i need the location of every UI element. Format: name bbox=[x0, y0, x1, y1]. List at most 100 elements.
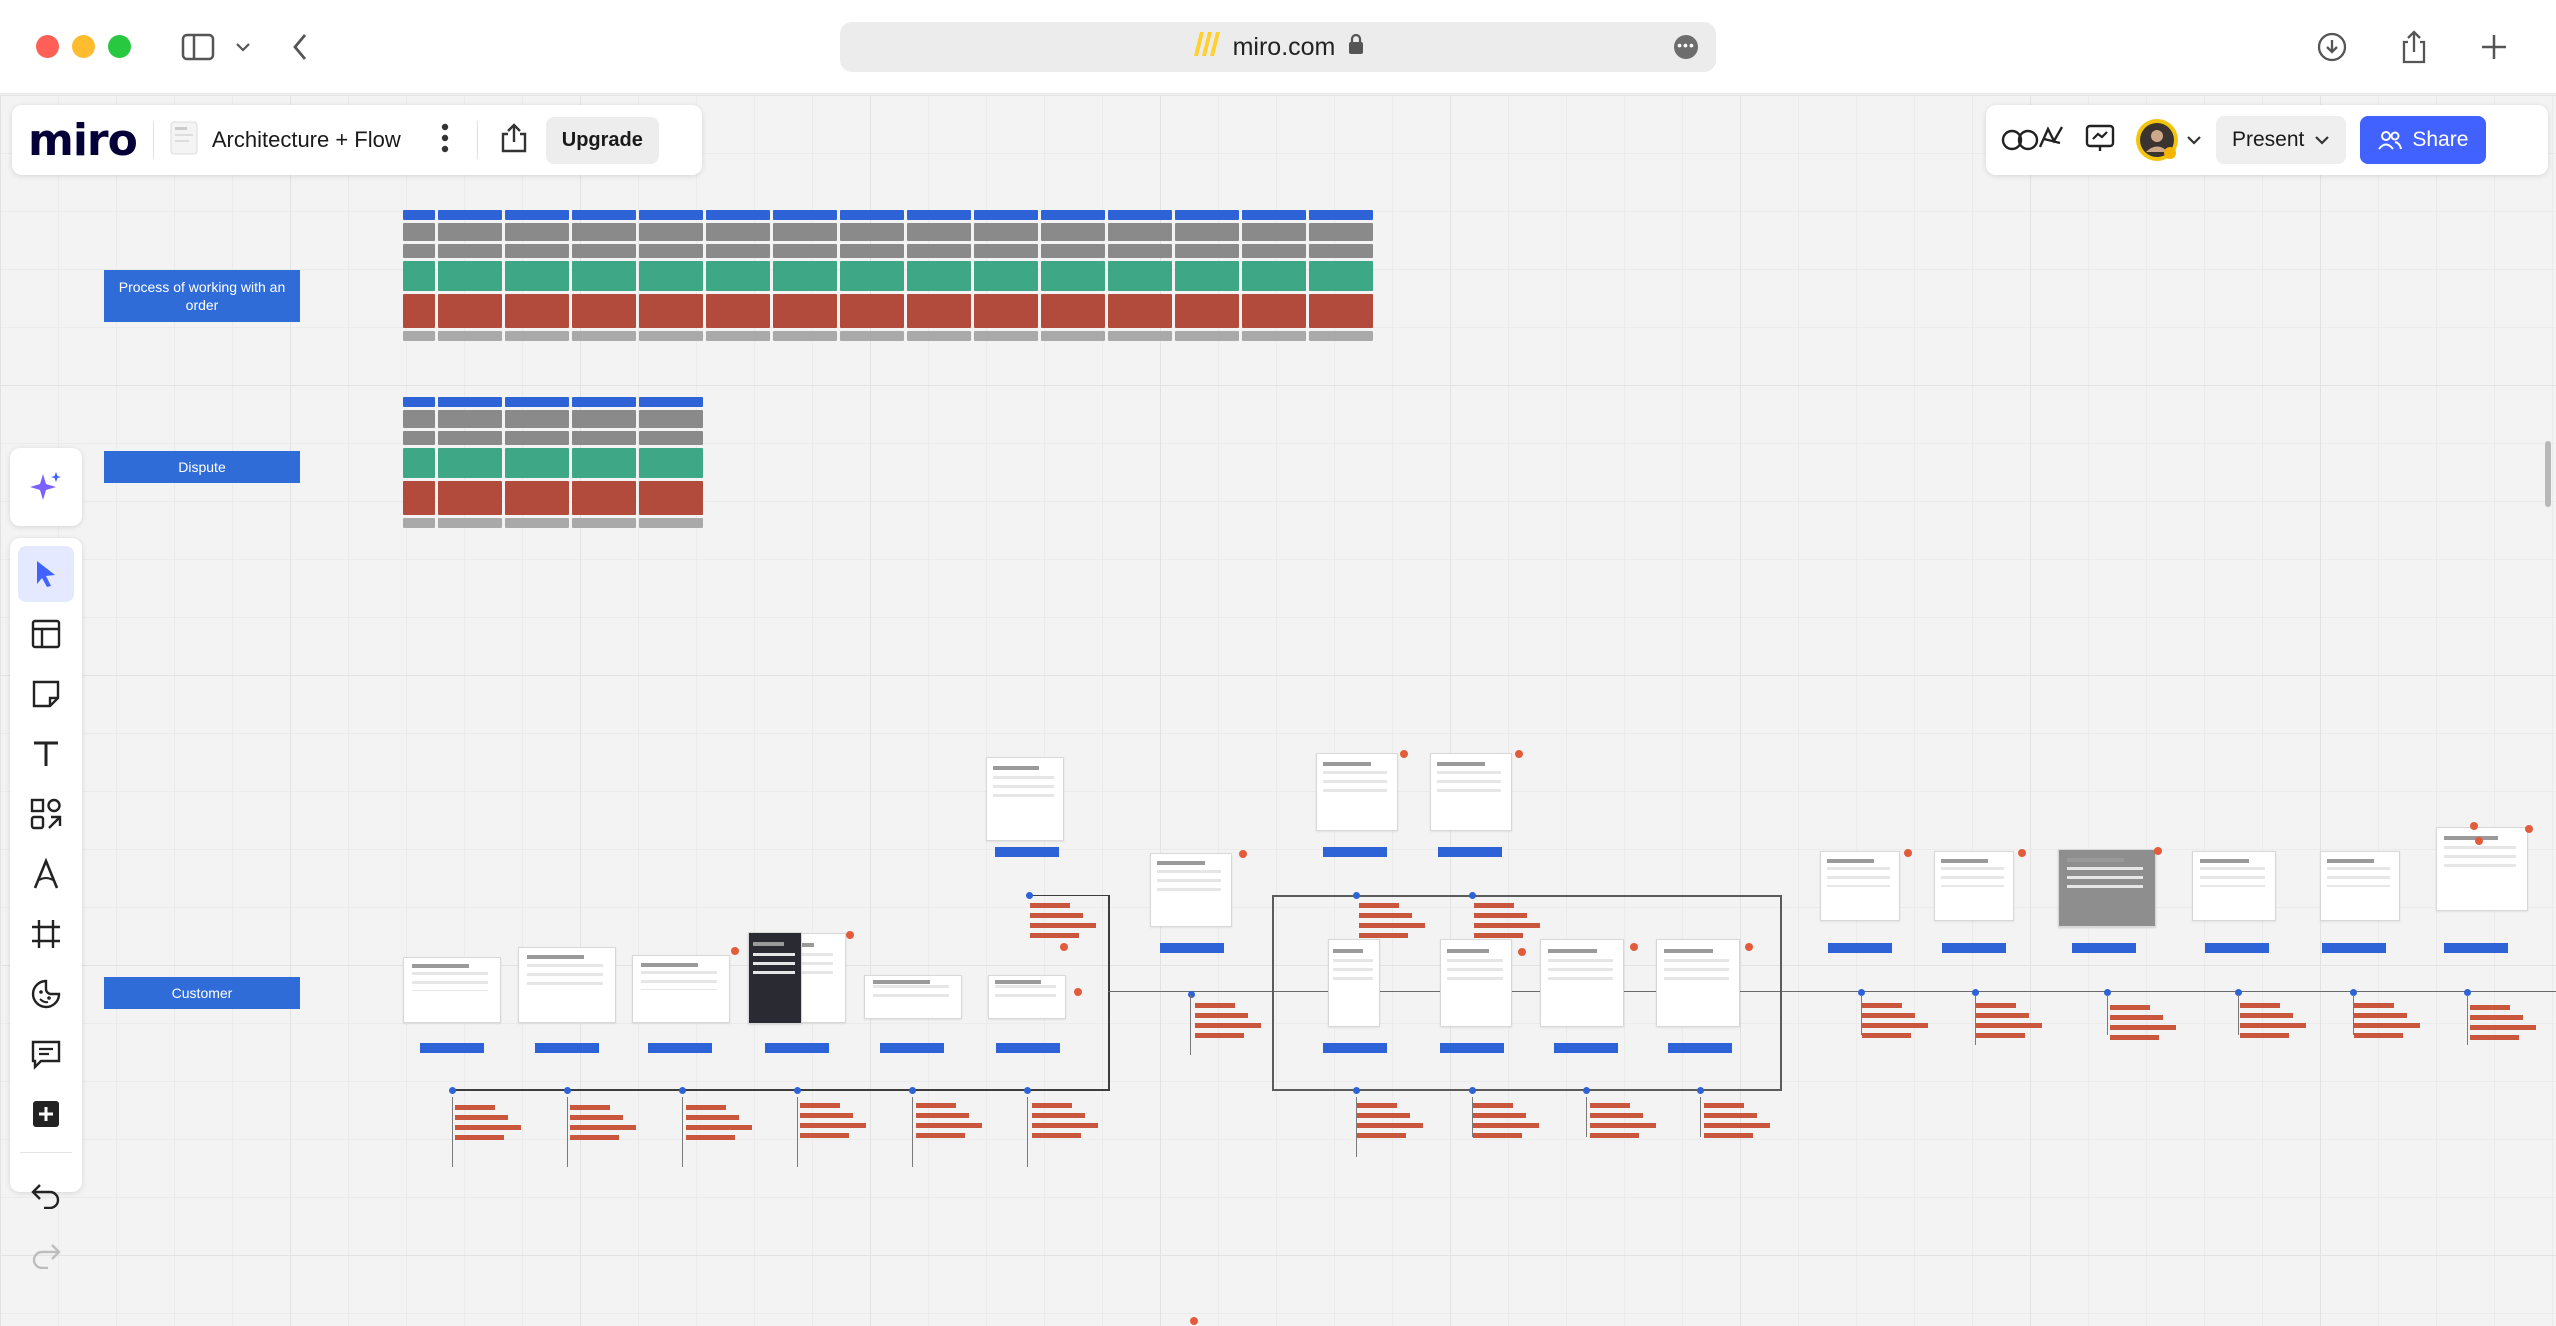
table-cell[interactable] bbox=[1309, 261, 1373, 291]
table-cell[interactable] bbox=[639, 244, 703, 258]
table-cell[interactable] bbox=[773, 261, 837, 291]
upgrade-button[interactable]: Upgrade bbox=[545, 116, 659, 164]
table-cell[interactable] bbox=[438, 223, 502, 241]
table-cell[interactable] bbox=[974, 244, 1038, 258]
table-cell[interactable] bbox=[505, 410, 569, 428]
board-canvas[interactable]: Process of working with an order Dispute… bbox=[0, 95, 2556, 1326]
table-cell[interactable] bbox=[438, 431, 502, 445]
table-cell[interactable] bbox=[1242, 244, 1306, 258]
table-cell[interactable] bbox=[1175, 261, 1239, 291]
table-cell[interactable] bbox=[639, 397, 703, 407]
table-cell[interactable] bbox=[840, 210, 904, 220]
table-cell[interactable] bbox=[706, 210, 770, 220]
section-label-customer[interactable]: Customer bbox=[104, 977, 300, 1009]
table-cell[interactable] bbox=[505, 210, 569, 220]
screen-mockup[interactable] bbox=[1430, 753, 1512, 831]
table-cell[interactable] bbox=[572, 294, 636, 328]
new-tab-icon[interactable] bbox=[2474, 22, 2514, 72]
undo-icon[interactable] bbox=[18, 1167, 74, 1223]
table-cell[interactable] bbox=[403, 331, 435, 341]
table-cell[interactable] bbox=[1108, 223, 1172, 241]
presentation-mode-icon[interactable] bbox=[2084, 122, 2116, 159]
table-cell[interactable] bbox=[572, 410, 636, 428]
minimize-window-button[interactable] bbox=[72, 35, 95, 58]
table-cell[interactable] bbox=[907, 261, 971, 291]
table-cell[interactable] bbox=[1108, 244, 1172, 258]
screen-mockup[interactable] bbox=[1540, 939, 1624, 1027]
screen-mockup[interactable] bbox=[1820, 851, 1900, 921]
table-cell[interactable] bbox=[1242, 223, 1306, 241]
download-icon[interactable] bbox=[2312, 22, 2352, 72]
section-label-dispute[interactable]: Dispute bbox=[104, 451, 300, 483]
table-cell[interactable] bbox=[403, 210, 435, 220]
table-cell[interactable] bbox=[572, 210, 636, 220]
more-tools-icon[interactable] bbox=[18, 1086, 74, 1142]
table-cell[interactable] bbox=[572, 244, 636, 258]
table-cell[interactable] bbox=[1041, 294, 1105, 328]
table-cell[interactable] bbox=[639, 331, 703, 341]
table-cell[interactable] bbox=[572, 261, 636, 291]
table-cell[interactable] bbox=[840, 223, 904, 241]
table-cell[interactable] bbox=[639, 294, 703, 328]
table-cell[interactable] bbox=[1041, 244, 1105, 258]
table-cell[interactable] bbox=[840, 244, 904, 258]
table-cell[interactable] bbox=[572, 431, 636, 445]
screen-mockup[interactable] bbox=[518, 947, 616, 1023]
table-cell[interactable] bbox=[639, 518, 703, 528]
table-cell[interactable] bbox=[639, 261, 703, 291]
table-cell[interactable] bbox=[773, 244, 837, 258]
table-cell[interactable] bbox=[773, 331, 837, 341]
table-cell[interactable] bbox=[572, 223, 636, 241]
table-cell[interactable] bbox=[505, 431, 569, 445]
table-cell[interactable] bbox=[1108, 210, 1172, 220]
table-cell[interactable] bbox=[1309, 210, 1373, 220]
miro-logo[interactable]: miro bbox=[28, 115, 138, 166]
more-icon[interactable]: ••• bbox=[1674, 35, 1698, 59]
sidebar-toggle-icon[interactable] bbox=[176, 22, 220, 72]
table-cell[interactable] bbox=[1242, 331, 1306, 341]
table-cell[interactable] bbox=[907, 294, 971, 328]
dispute-table[interactable] bbox=[403, 397, 703, 528]
redo-icon[interactable] bbox=[18, 1227, 74, 1283]
sticky-note-icon[interactable] bbox=[18, 666, 74, 722]
table-cell[interactable] bbox=[974, 261, 1038, 291]
close-window-button[interactable] bbox=[36, 35, 59, 58]
table-cell[interactable] bbox=[505, 294, 569, 328]
table-cell[interactable] bbox=[639, 431, 703, 445]
board-thumbnail-icon[interactable] bbox=[170, 121, 198, 160]
order-process-table[interactable] bbox=[403, 210, 1373, 341]
table-cell[interactable] bbox=[639, 210, 703, 220]
table-cell[interactable] bbox=[403, 431, 435, 445]
table-cell[interactable] bbox=[438, 481, 502, 515]
table-cell[interactable] bbox=[639, 410, 703, 428]
table-cell[interactable] bbox=[1108, 331, 1172, 341]
table-cell[interactable] bbox=[1175, 331, 1239, 341]
table-cell[interactable] bbox=[572, 518, 636, 528]
screen-mockup[interactable] bbox=[2192, 851, 2276, 921]
table-cell[interactable] bbox=[438, 397, 502, 407]
section-label-order-process[interactable]: Process of working with an order bbox=[104, 270, 300, 322]
table-cell[interactable] bbox=[572, 481, 636, 515]
table-cell[interactable] bbox=[773, 223, 837, 241]
table-cell[interactable] bbox=[1108, 294, 1172, 328]
table-cell[interactable] bbox=[403, 518, 435, 528]
table-cell[interactable] bbox=[773, 294, 837, 328]
table-cell[interactable] bbox=[639, 223, 703, 241]
screen-mockup[interactable] bbox=[1316, 753, 1398, 831]
select-tool-icon[interactable] bbox=[18, 546, 74, 602]
export-icon[interactable] bbox=[498, 122, 530, 159]
table-cell[interactable] bbox=[1175, 223, 1239, 241]
screen-mockup[interactable] bbox=[864, 975, 962, 1019]
reactions-icon[interactable] bbox=[2000, 121, 2066, 160]
table-cell[interactable] bbox=[438, 294, 502, 328]
board-title[interactable]: Architecture + Flow bbox=[212, 127, 401, 153]
table-cell[interactable] bbox=[438, 261, 502, 291]
back-icon[interactable] bbox=[285, 22, 315, 72]
table-cell[interactable] bbox=[403, 261, 435, 291]
screen-mockup[interactable] bbox=[1656, 939, 1740, 1027]
table-cell[interactable] bbox=[572, 397, 636, 407]
table-cell[interactable] bbox=[403, 410, 435, 428]
stickers-icon[interactable] bbox=[18, 966, 74, 1022]
text-tool-icon[interactable] bbox=[18, 726, 74, 782]
table-cell[interactable] bbox=[907, 210, 971, 220]
